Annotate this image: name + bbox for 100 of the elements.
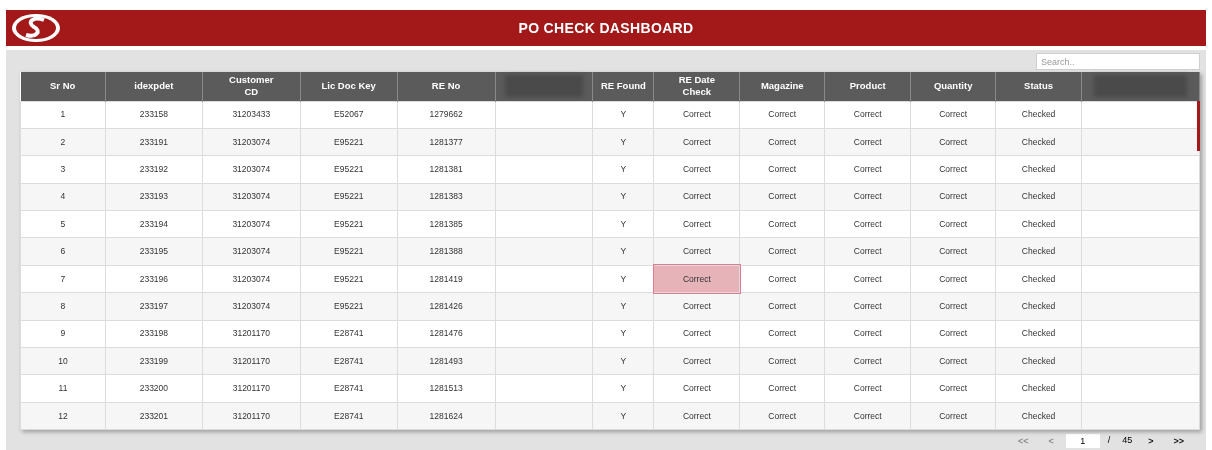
table-cell: Checked xyxy=(995,155,1082,184)
table-cell: Y xyxy=(592,155,654,184)
table-cell: Correct xyxy=(824,374,911,403)
table-cell: Y xyxy=(592,101,654,129)
column-header: Product xyxy=(849,80,886,93)
column-header: Customer CD xyxy=(228,74,275,99)
table-cell: E52067 xyxy=(300,101,398,129)
table-cell: 31201170 xyxy=(202,374,301,403)
table-cell: 31203074 xyxy=(202,155,301,184)
table-cell: Correct xyxy=(824,320,911,348)
table-cell: 11 xyxy=(20,374,106,403)
table-cell: E95221 xyxy=(300,292,398,321)
table-cell: 4 xyxy=(20,183,106,211)
table-cell: 233194 xyxy=(105,210,203,238)
table-cell: Y xyxy=(592,292,654,321)
table-cell: 1281426 xyxy=(397,292,496,321)
table-cell: 10 xyxy=(20,347,106,375)
table-cell: E28741 xyxy=(300,374,398,403)
table-cell: Correct xyxy=(910,183,996,211)
table-cell: Correct xyxy=(824,155,911,184)
table-cell: 1281377 xyxy=(397,128,496,156)
column-header: RE Found xyxy=(601,80,646,93)
table-cell: Correct xyxy=(739,402,825,430)
dashboard-title: PO CHECK DASHBOARD xyxy=(518,18,694,38)
table-cell: Correct xyxy=(824,183,911,211)
table-cell: Checked xyxy=(995,402,1082,430)
pager-button[interactable]: > xyxy=(1140,433,1162,450)
table-cell: 233199 xyxy=(105,347,203,375)
column-header: Sr No xyxy=(50,80,76,93)
table-cell: Correct xyxy=(653,265,740,293)
table-cell: 233193 xyxy=(105,183,203,211)
table-cell: 1281624 xyxy=(397,402,496,430)
table-cell: 1279662 xyxy=(397,101,496,129)
table-cell: Checked xyxy=(995,374,1082,403)
table-cell: 7 xyxy=(20,265,106,293)
search-field[interactable]: Search.. xyxy=(1036,53,1200,70)
table-cell: 31203433 xyxy=(202,101,301,129)
table-cell: Correct xyxy=(824,128,911,156)
table-cell: Correct xyxy=(653,183,740,211)
table-cell: Correct xyxy=(653,155,740,184)
page-separator: / xyxy=(1106,434,1112,448)
table-cell: 233198 xyxy=(105,320,203,348)
table-cell: Checked xyxy=(995,237,1082,266)
table-cell: Y xyxy=(592,374,654,403)
table-cell: 1281513 xyxy=(397,374,496,403)
table-cell: Checked xyxy=(995,210,1082,238)
column-header: RE No xyxy=(431,80,461,93)
table-cell: 1281388 xyxy=(397,237,496,266)
table-cell: Y xyxy=(592,183,654,211)
table-cell: Correct xyxy=(910,292,996,321)
table-cell: Y xyxy=(592,402,654,430)
table-cell: Correct xyxy=(910,237,996,266)
table-cell: 12 xyxy=(20,402,106,430)
column-header: idexpdet xyxy=(134,80,174,93)
table-cell: Correct xyxy=(739,292,825,321)
table-cell: E28741 xyxy=(300,320,398,348)
table-cell: Correct xyxy=(824,402,911,430)
table-cell: 1281383 xyxy=(397,183,496,211)
table-cell: Y xyxy=(592,320,654,348)
table-cell: 233158 xyxy=(105,101,203,129)
table-cell: 31201170 xyxy=(202,347,301,375)
table-cell: Correct xyxy=(739,101,825,129)
pager-button[interactable]: >> xyxy=(1165,433,1192,450)
table-cell: 31203074 xyxy=(202,292,301,321)
table-cell: Y xyxy=(592,210,654,238)
table-cell: E95221 xyxy=(300,155,398,184)
table-cell: Correct xyxy=(910,320,996,348)
table-cell: Checked xyxy=(995,183,1082,211)
table-cell: 1 xyxy=(20,101,106,129)
table-cell: Correct xyxy=(910,347,996,375)
table-cell: Correct xyxy=(653,402,740,430)
column-header: RE Date Check xyxy=(677,74,717,99)
table-cell: Correct xyxy=(653,347,740,375)
table-cell: 233200 xyxy=(105,374,203,403)
column-header: Lic Doc Key xyxy=(321,80,376,93)
table-cell: Checked xyxy=(995,320,1082,348)
table-cell: 1281493 xyxy=(397,347,496,375)
table-cell: Correct xyxy=(739,347,825,375)
table-cell: Correct xyxy=(739,237,825,266)
table-cell: Correct xyxy=(653,210,740,238)
table-cell: 31203074 xyxy=(202,128,301,156)
table-cell: 1281419 xyxy=(397,265,496,293)
table-cell: 3 xyxy=(20,155,106,184)
table-cell: 233191 xyxy=(105,128,203,156)
scrollbar-thumb[interactable] xyxy=(1197,101,1200,151)
table-cell: Checked xyxy=(995,347,1082,375)
page-total: 45 xyxy=(1121,434,1134,448)
table-cell: 8 xyxy=(20,292,106,321)
table-cell: Correct xyxy=(739,155,825,184)
table-cell: E95221 xyxy=(300,237,398,266)
table-cell: 31201170 xyxy=(202,320,301,348)
table-cell: Correct xyxy=(653,292,740,321)
table-cell: Correct xyxy=(910,265,996,293)
table-cell: 233192 xyxy=(105,155,203,184)
table-cell: Correct xyxy=(910,210,996,238)
table-cell: Correct xyxy=(653,128,740,156)
table-cell: E95221 xyxy=(300,128,398,156)
table-cell: 31203074 xyxy=(202,265,301,293)
page-number[interactable]: 1 xyxy=(1065,434,1100,449)
table-cell: Y xyxy=(592,237,654,266)
